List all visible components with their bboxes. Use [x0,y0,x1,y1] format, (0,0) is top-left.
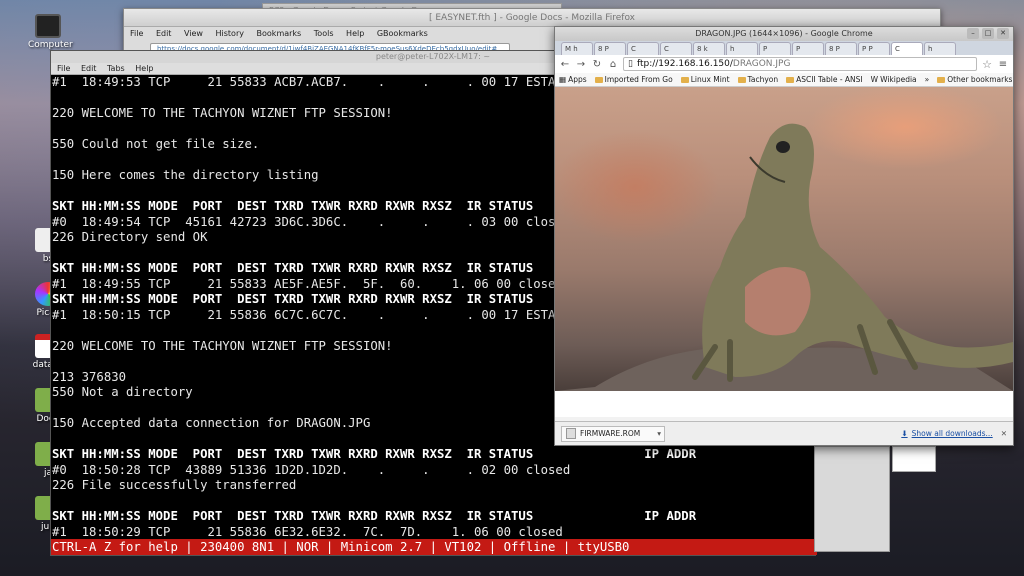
chrome-toolbar: ← → ↻ ⌂ ▯ ftp://192.168.16.150/DRAGON.JP… [555,55,1013,73]
bookmark-apps[interactable]: ▦ Apps [559,75,587,84]
bookmark-tachyon[interactable]: Tachyon [737,75,778,84]
url-host: ftp://192.168.16.150/ [636,59,733,69]
desktop-icon-label: Computer [28,40,73,50]
ff-menu-history[interactable]: History [216,29,244,38]
ff-menu-file[interactable]: File [130,29,143,38]
close-button[interactable]: ✕ [997,28,1009,39]
show-all-downloads-link[interactable]: ⬇ Show all downloads... [901,429,992,438]
terminal-line: 226 File successfully transferred [52,478,297,492]
firefox-titlebar[interactable]: [ EASYNET.fth ] - Google Docs - Mozilla … [124,9,940,27]
browser-tab[interactable]: P [759,42,791,55]
terminal-line: #1 18:50:29 TCP 21 55836 6E32.6E32. 7C. … [52,524,563,539]
ff-menu-bookmarks[interactable]: Bookmarks [257,29,302,38]
browser-tab[interactable]: C [627,42,659,55]
bookmark-ascii-table[interactable]: ASCII Table - ANSI [786,75,863,84]
browser-tab[interactable]: C [660,42,692,55]
folder-icon [937,76,946,83]
folder-icon [737,76,746,83]
home-icon[interactable]: ⌂ [607,59,619,70]
forward-icon[interactable]: → [575,59,587,70]
browser-tab[interactable]: C [891,42,923,55]
browser-tab[interactable]: P P [858,42,890,55]
chrome-tab-strip: M h8 PCC8 khPP8 PP PCh [555,41,1013,55]
chrome-title: DRAGON.JPG (1644×1096) - Google Chrome [695,29,873,38]
browser-tab[interactable]: h [924,42,956,55]
chrome-window[interactable]: DRAGON.JPG (1644×1096) - Google Chrome –… [554,26,1014,446]
minicom-status-bar: CTRL-A Z for help | 230400 8N1 | NOR | M… [51,539,817,555]
download-icon: ⬇ [901,429,908,438]
download-shelf: FIRMWARE.ROM ▾ ⬇ Show all downloads... ✕ [555,421,1013,445]
bookmark-imported[interactable]: Imported From Go [594,75,673,84]
more-bookmarks-icon[interactable]: » [925,75,930,84]
file-icon [566,428,576,439]
chevron-down-icon[interactable]: ▾ [657,429,664,438]
folder-icon [786,76,795,83]
close-icon[interactable]: ✕ [1001,429,1007,438]
apps-icon: ▦ [559,75,567,84]
browser-tab[interactable]: M h [561,42,593,55]
reload-icon[interactable]: ↻ [591,59,603,70]
term-menu-help[interactable]: Help [135,64,153,73]
terminal-line: #0 18:50:28 TCP 43889 51336 1D2D.1D2D. .… [52,462,571,477]
omnibox[interactable]: ▯ ftp://192.168.16.150/DRAGON.JPG [623,57,977,71]
term-menu-edit[interactable]: Edit [81,64,97,73]
ff-menu-gbookmarks[interactable]: GBookmarks [377,29,428,38]
computer-desktop-icon[interactable]: Computer [28,14,73,50]
folder-icon [594,76,603,83]
folder-icon [680,76,689,83]
background-window[interactable] [892,446,936,472]
menu-icon[interactable]: ≡ [997,59,1009,70]
star-icon[interactable]: ☆ [981,58,993,71]
ff-menu-help[interactable]: Help [346,29,364,38]
terminal-line: SKT HH:MM:SS MODE PORT DEST TXRD TXWR RX… [52,509,697,523]
ff-menu-view[interactable]: View [184,29,203,38]
background-window[interactable] [814,446,890,552]
chrome-titlebar[interactable]: DRAGON.JPG (1644×1096) - Google Chrome –… [555,27,1013,41]
minimize-button[interactable]: – [967,28,979,39]
bookmark-wikipedia[interactable]: W Wikipedia [871,75,917,84]
back-icon[interactable]: ← [559,59,571,70]
download-filename: FIRMWARE.ROM [580,429,641,438]
maximize-button[interactable]: □ [982,28,994,39]
download-item[interactable]: FIRMWARE.ROM ▾ [561,425,665,442]
browser-tab[interactable]: 8 P [594,42,626,55]
browser-tab[interactable]: P [792,42,824,55]
term-menu-tabs[interactable]: Tabs [107,64,125,73]
page-content [555,87,1013,417]
url-path: DRAGON.JPG [732,59,791,69]
bookmarks-bar: ▦ Apps Imported From Go Linux Mint Tachyo… [555,73,1013,87]
monitor-icon [35,14,61,38]
other-bookmarks[interactable]: Other bookmarks [937,75,1012,84]
dragon-image[interactable] [555,87,1013,391]
terminal-line: SKT HH:MM:SS MODE PORT DEST TXRD TXWR RX… [52,447,697,461]
bookmark-linux-mint[interactable]: Linux Mint [680,75,730,84]
wikipedia-icon: W [870,75,879,84]
browser-tab[interactable]: h [726,42,758,55]
ff-menu-tools[interactable]: Tools [314,29,334,38]
page-icon: ▯ [628,59,633,69]
term-menu-file[interactable]: File [57,64,70,73]
ff-menu-edit[interactable]: Edit [156,29,172,38]
firefox-title: [ EASYNET.fth ] - Google Docs - Mozilla … [428,13,636,23]
browser-tab[interactable]: 8 k [693,42,725,55]
browser-tab[interactable]: 8 P [825,42,857,55]
